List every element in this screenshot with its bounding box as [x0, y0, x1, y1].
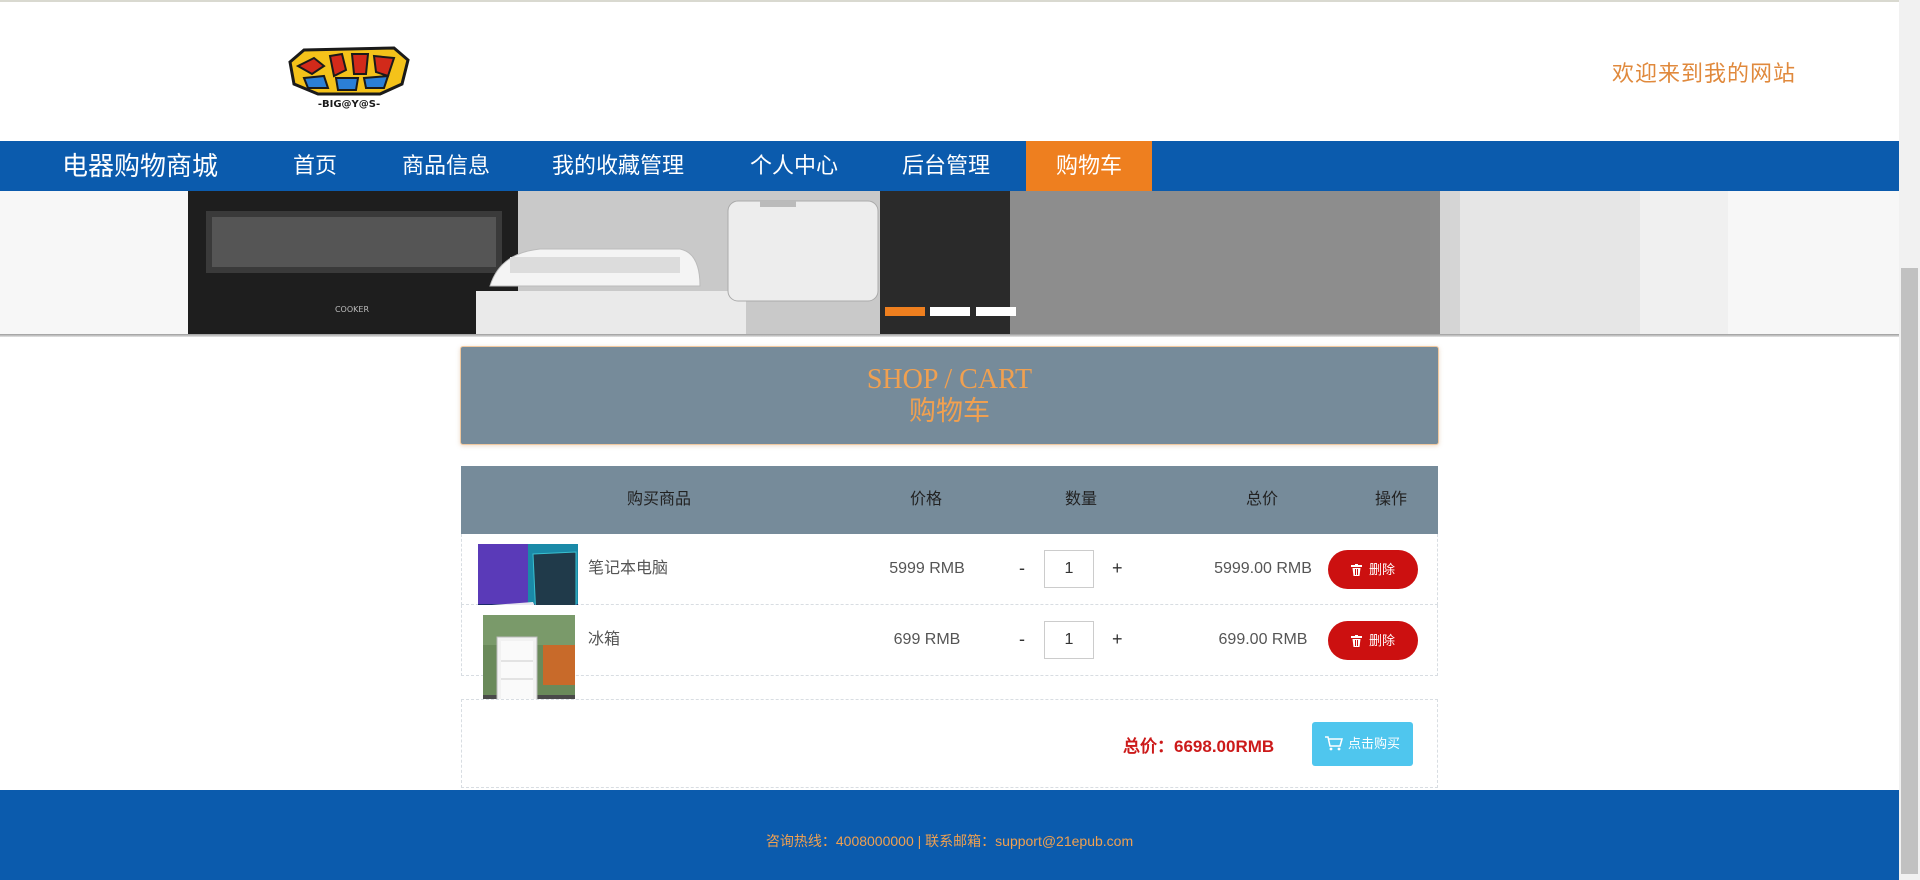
- site-footer: 咨询热线：4008000000 | 联系邮箱：support@21epub.co…: [0, 790, 1899, 880]
- scrollbar-thumb[interactable]: [1901, 268, 1918, 874]
- cart-icon: [1324, 736, 1343, 751]
- carousel-dot-3[interactable]: [976, 307, 1016, 316]
- buy-label: 点击购买: [1347, 736, 1400, 751]
- quantity-decrement[interactable]: -: [1019, 558, 1025, 579]
- product-price: 699 RMB: [893, 631, 961, 648]
- svg-text:COOKER: COOKER: [335, 305, 369, 314]
- welcome-text: 欢迎来到我的网站: [1612, 61, 1797, 86]
- quantity-input[interactable]: [1044, 621, 1094, 659]
- header-total: 总价: [1245, 491, 1278, 508]
- site-header: -BIG@Y@S- 欢迎来到我的网站: [0, 2, 1899, 141]
- quantity-increment[interactable]: +: [1112, 558, 1123, 579]
- table-header: 购买商品 价格 数量 总价 操作: [461, 466, 1438, 534]
- header-action: 操作: [1374, 491, 1407, 508]
- delete-label: 删除: [1368, 633, 1395, 648]
- buy-button[interactable]: 点击购买: [1312, 722, 1413, 766]
- nav-item-admin[interactable]: 后台管理: [888, 141, 1004, 191]
- table-row: 冰箱 699 RMB - + 699.00 RMB 删除: [461, 605, 1438, 715]
- header-product: 购买商品: [626, 491, 691, 508]
- footer-contact: 咨询热线：4008000000 | 联系邮箱：support@21epub.co…: [765, 833, 1134, 849]
- cart-title-panel: SHOP / CART 购物车: [460, 346, 1439, 445]
- carousel-dot-2[interactable]: [930, 307, 970, 316]
- trash-icon: [1350, 564, 1362, 576]
- banner-shadow: [0, 334, 1899, 337]
- nav-item-home[interactable]: 首页: [272, 141, 358, 191]
- product-price: 5999 RMB: [889, 560, 965, 577]
- header-price: 价格: [909, 491, 942, 508]
- nav-item-profile[interactable]: 个人中心: [736, 141, 852, 191]
- cart-summary: 总价：6698.00RMB 点击购买: [461, 699, 1438, 788]
- header-quantity: 数量: [1064, 491, 1097, 508]
- main-nav: 电器购物商城 首页 商品信息 我的收藏管理 个人中心 后台管理 购物车: [0, 141, 1899, 191]
- grand-total: 总价：6698.00RMB: [1123, 737, 1275, 756]
- delete-button[interactable]: 删除: [1328, 550, 1418, 589]
- product-name[interactable]: 冰箱: [588, 625, 620, 649]
- page-title-en: SHOP / CART: [866, 364, 1033, 395]
- svg-text:-BIG@Y@S-: -BIG@Y@S-: [318, 99, 380, 110]
- page-scrollbar[interactable]: [1899, 0, 1920, 880]
- page: -BIG@Y@S- 欢迎来到我的网站 电器购物商城 首页 商品信息 我的收藏管理…: [0, 0, 1899, 880]
- delete-button[interactable]: 删除: [1328, 621, 1418, 660]
- product-name[interactable]: 笔记本电脑: [588, 554, 668, 578]
- table-row: 笔记本电脑 5999 RMB - + 5999.00 RMB 删除: [461, 534, 1438, 644]
- cart-table: 购买商品 价格 数量 总价 操作 笔记本电脑 5999 RMB - + 5999…: [461, 466, 1438, 715]
- carousel-dot-1[interactable]: [885, 307, 925, 316]
- nav-brand[interactable]: 电器购物商城: [62, 141, 218, 191]
- page-title-cn: 购物车: [909, 396, 990, 427]
- delete-label: 删除: [1368, 562, 1395, 577]
- trash-icon: [1350, 635, 1362, 647]
- quantity-decrement[interactable]: -: [1019, 629, 1025, 650]
- nav-item-cart[interactable]: 购物车: [1026, 141, 1152, 191]
- site-logo[interactable]: -BIG@Y@S-: [284, 44, 414, 110]
- quantity-increment[interactable]: +: [1112, 629, 1123, 650]
- nav-item-products[interactable]: 商品信息: [388, 141, 504, 191]
- nav-item-favorites[interactable]: 我的收藏管理: [540, 141, 696, 191]
- quantity-input[interactable]: [1044, 550, 1094, 588]
